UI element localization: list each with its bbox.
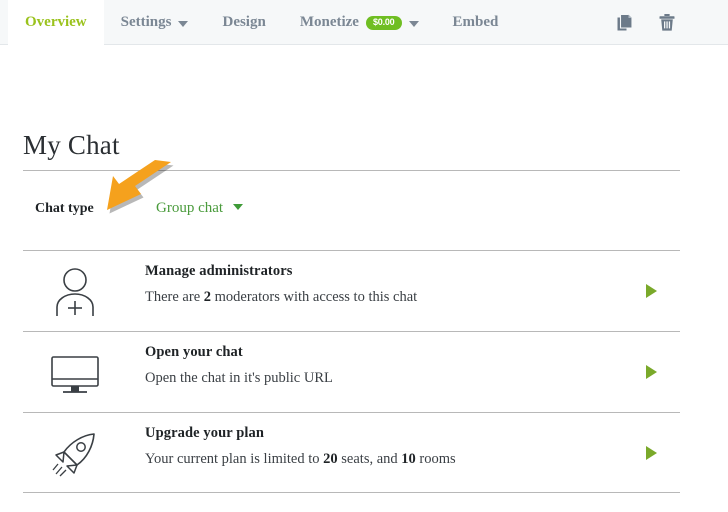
- feature-title: Open your chat: [145, 344, 333, 361]
- feature-description: There are 2 moderators with access to th…: [145, 289, 417, 306]
- page-title: My Chat: [23, 130, 120, 161]
- toolbar-actions: [616, 0, 678, 45]
- desc-highlight: 2: [204, 289, 211, 305]
- desc-highlight: 10: [401, 451, 416, 467]
- chat-type-dropdown[interactable]: Group chat: [156, 200, 243, 217]
- copy-icon[interactable]: [616, 12, 638, 34]
- chat-type-value: Group chat: [156, 200, 223, 216]
- add-user-icon: [47, 264, 103, 320]
- chat-type-row: Chat type Group chat: [23, 198, 680, 226]
- tab-settings[interactable]: Settings: [104, 0, 206, 45]
- chevron-down-icon: [178, 21, 188, 27]
- tab-list: Overview Settings Design Monetize $0.00 …: [8, 0, 515, 45]
- tab-overview-label: Overview: [25, 14, 87, 31]
- feature-title: Upgrade your plan: [145, 425, 456, 442]
- tab-settings-label: Settings: [121, 14, 172, 31]
- feature-row-open-your-chat[interactable]: Open your chat Open the chat in it's pub…: [23, 332, 680, 412]
- feature-text: Open your chat Open the chat in it's pub…: [145, 344, 333, 387]
- feature-description: Open the chat in it's public URL: [145, 370, 333, 387]
- feature-row-manage-administrators[interactable]: Manage administrators There are 2 modera…: [23, 251, 680, 331]
- tab-monetize[interactable]: Monetize $0.00: [283, 0, 436, 45]
- tab-embed-label: Embed: [453, 14, 499, 31]
- feature-text: Manage administrators There are 2 modera…: [145, 263, 417, 306]
- chevron-down-icon: [233, 204, 243, 210]
- monetize-balance-badge: $0.00: [366, 16, 402, 30]
- divider: [23, 170, 680, 171]
- desc-part: seats, and: [338, 451, 402, 467]
- feature-title: Manage administrators: [145, 263, 417, 280]
- chevron-right-icon[interactable]: [646, 446, 657, 460]
- tab-design[interactable]: Design: [205, 0, 282, 45]
- chevron-right-icon[interactable]: [646, 365, 657, 379]
- chevron-down-icon: [409, 21, 419, 27]
- trash-icon[interactable]: [656, 12, 678, 34]
- tab-design-label: Design: [222, 14, 265, 31]
- desc-part: rooms: [416, 451, 456, 467]
- tab-overview[interactable]: Overview: [8, 0, 104, 45]
- desc-highlight: 20: [323, 451, 338, 467]
- desc-part: Your current plan is limited to: [145, 451, 323, 467]
- feature-description: Your current plan is limited to 20 seats…: [145, 451, 456, 468]
- top-tab-bar: Overview Settings Design Monetize $0.00 …: [0, 0, 728, 45]
- chat-type-label: Chat type: [35, 201, 94, 217]
- feature-text: Upgrade your plan Your current plan is l…: [145, 425, 456, 468]
- rocket-icon: [47, 426, 103, 482]
- chevron-right-icon[interactable]: [646, 284, 657, 298]
- desc-part: There are: [145, 289, 204, 305]
- desc-part: moderators with access to this chat: [211, 289, 417, 305]
- tab-monetize-label: Monetize: [300, 14, 359, 31]
- feature-row-upgrade-your-plan[interactable]: Upgrade your plan Your current plan is l…: [23, 413, 680, 493]
- monitor-icon: [47, 345, 103, 401]
- tab-embed[interactable]: Embed: [436, 0, 516, 45]
